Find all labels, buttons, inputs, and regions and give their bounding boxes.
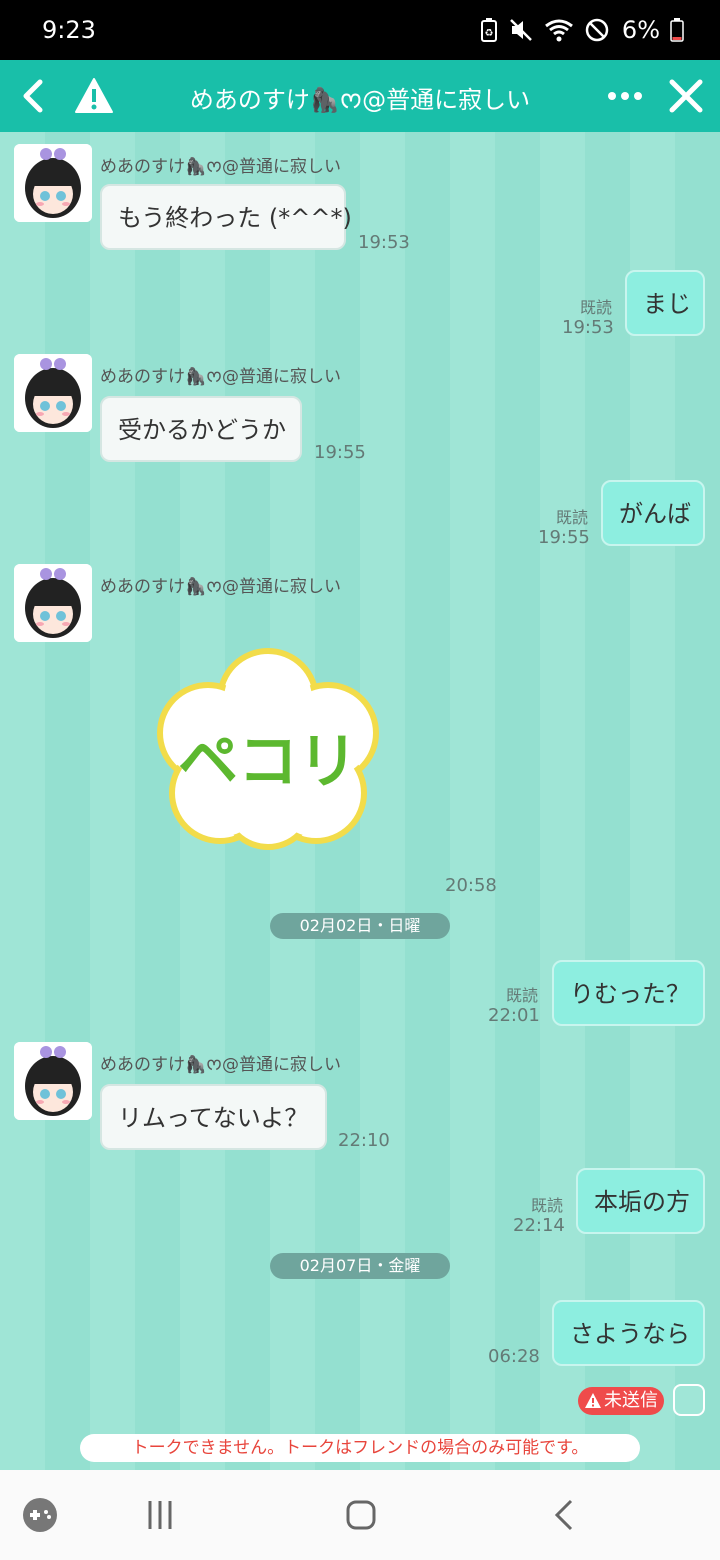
wifi-icon bbox=[545, 19, 573, 42]
navigation-bar bbox=[0, 1470, 720, 1560]
message-bubble-incoming[interactable]: もう終わった (*^^*) bbox=[100, 184, 352, 250]
sticker[interactable]: ペコリ bbox=[150, 647, 386, 851]
sender-name: めあのすけ🦍ᰔ@普通に寂しい bbox=[100, 1055, 342, 1075]
cannot-talk-notice: トークできません。トークはフレンドの場合のみ可能です。 bbox=[80, 1434, 640, 1462]
message-bubble-outgoing[interactable]: まじ bbox=[625, 270, 705, 336]
message-time: 19:53 bbox=[562, 317, 614, 338]
avatar-image bbox=[14, 564, 92, 642]
message-time: 19:55 bbox=[538, 527, 590, 548]
mute-icon bbox=[510, 19, 532, 41]
sender-name: めあのすけ🦍ᰔ@普通に寂しい bbox=[100, 367, 342, 387]
avatar[interactable] bbox=[14, 1042, 92, 1120]
recent-apps-button[interactable] bbox=[140, 1495, 180, 1535]
message-time: 06:28 bbox=[488, 1346, 540, 1367]
do-not-disturb-icon bbox=[585, 18, 609, 42]
unsent-badge[interactable]: 未送信 bbox=[578, 1387, 664, 1415]
recent-apps-icon bbox=[148, 1501, 172, 1529]
message-time: 22:10 bbox=[338, 1130, 390, 1151]
chat-title: めあのすけ🦍ᰔ@普通に寂しい bbox=[189, 86, 531, 114]
avatar-image bbox=[14, 1042, 92, 1120]
sender-name: めあのすけ🦍ᰔ@普通に寂しい bbox=[100, 577, 342, 597]
avatar[interactable] bbox=[14, 564, 92, 642]
chat-area[interactable]: めあのすけ🦍ᰔ@普通に寂しい もう終わった (*^^*) 19:53 既読 19… bbox=[0, 132, 720, 1470]
message-bubble-outgoing[interactable]: がんば bbox=[601, 480, 705, 546]
home-button[interactable] bbox=[341, 1495, 381, 1535]
avatar[interactable] bbox=[14, 144, 92, 222]
date-separator: 02月02日・日曜 bbox=[270, 913, 450, 939]
message-bubble-incoming[interactable]: リムってないよ？ bbox=[100, 1084, 327, 1150]
home-icon bbox=[346, 1500, 376, 1530]
message-time: 20:58 bbox=[445, 875, 497, 896]
warning-icon bbox=[75, 78, 113, 113]
message-time: 22:01 bbox=[488, 1005, 540, 1026]
message-bubble-outgoing[interactable]: さようなら bbox=[552, 1300, 705, 1366]
chat-header: めあのすけ🦍ᰔ@普通に寂しい bbox=[0, 60, 720, 132]
read-receipt: 既読 bbox=[580, 298, 613, 317]
more-options-button[interactable] bbox=[600, 76, 650, 116]
nav-back-button[interactable] bbox=[545, 1495, 585, 1535]
battery-icon bbox=[670, 18, 684, 42]
sender-name: めあのすけ🦍ᰔ@普通に寂しい bbox=[100, 157, 342, 177]
status-time: 9:23 bbox=[42, 16, 96, 44]
svg-text:♻: ♻ bbox=[484, 28, 493, 39]
date-separator: 02月07日・金曜 bbox=[270, 1253, 450, 1279]
read-receipt: 既読 bbox=[506, 986, 539, 1005]
unsent-label: 未送信 bbox=[604, 1390, 658, 1411]
read-receipt: 既読 bbox=[556, 508, 589, 527]
chevron-left-icon bbox=[554, 1499, 573, 1531]
sticker-text: ペコリ bbox=[178, 727, 358, 797]
back-button[interactable] bbox=[14, 76, 54, 116]
battery-saver-icon: ♻ bbox=[480, 18, 497, 42]
select-checkbox[interactable] bbox=[673, 1384, 705, 1416]
avatar-image bbox=[14, 144, 92, 222]
close-button[interactable] bbox=[666, 76, 706, 116]
message-bubble-incoming[interactable]: 受かるかどうか bbox=[100, 396, 302, 462]
message-bubble-outgoing[interactable]: りむった？ bbox=[552, 960, 705, 1026]
close-icon bbox=[669, 79, 703, 113]
message-bubble-outgoing[interactable]: 本垢の方 bbox=[576, 1168, 705, 1234]
game-launcher-button[interactable] bbox=[20, 1495, 60, 1535]
avatar-image bbox=[14, 354, 92, 432]
warning-icon bbox=[585, 1393, 601, 1408]
report-button[interactable] bbox=[74, 76, 114, 116]
read-receipt: 既読 bbox=[531, 1196, 564, 1215]
avatar[interactable] bbox=[14, 354, 92, 432]
battery-percent: 6% bbox=[621, 16, 660, 44]
message-time: 19:53 bbox=[358, 232, 410, 253]
message-time: 19:55 bbox=[314, 442, 366, 463]
message-time: 22:14 bbox=[513, 1215, 565, 1236]
more-icon bbox=[608, 92, 642, 100]
chevron-left-icon bbox=[23, 79, 43, 113]
gamepad-icon bbox=[23, 1498, 57, 1532]
status-bar: 9:23 ♻ 6% bbox=[0, 0, 720, 60]
